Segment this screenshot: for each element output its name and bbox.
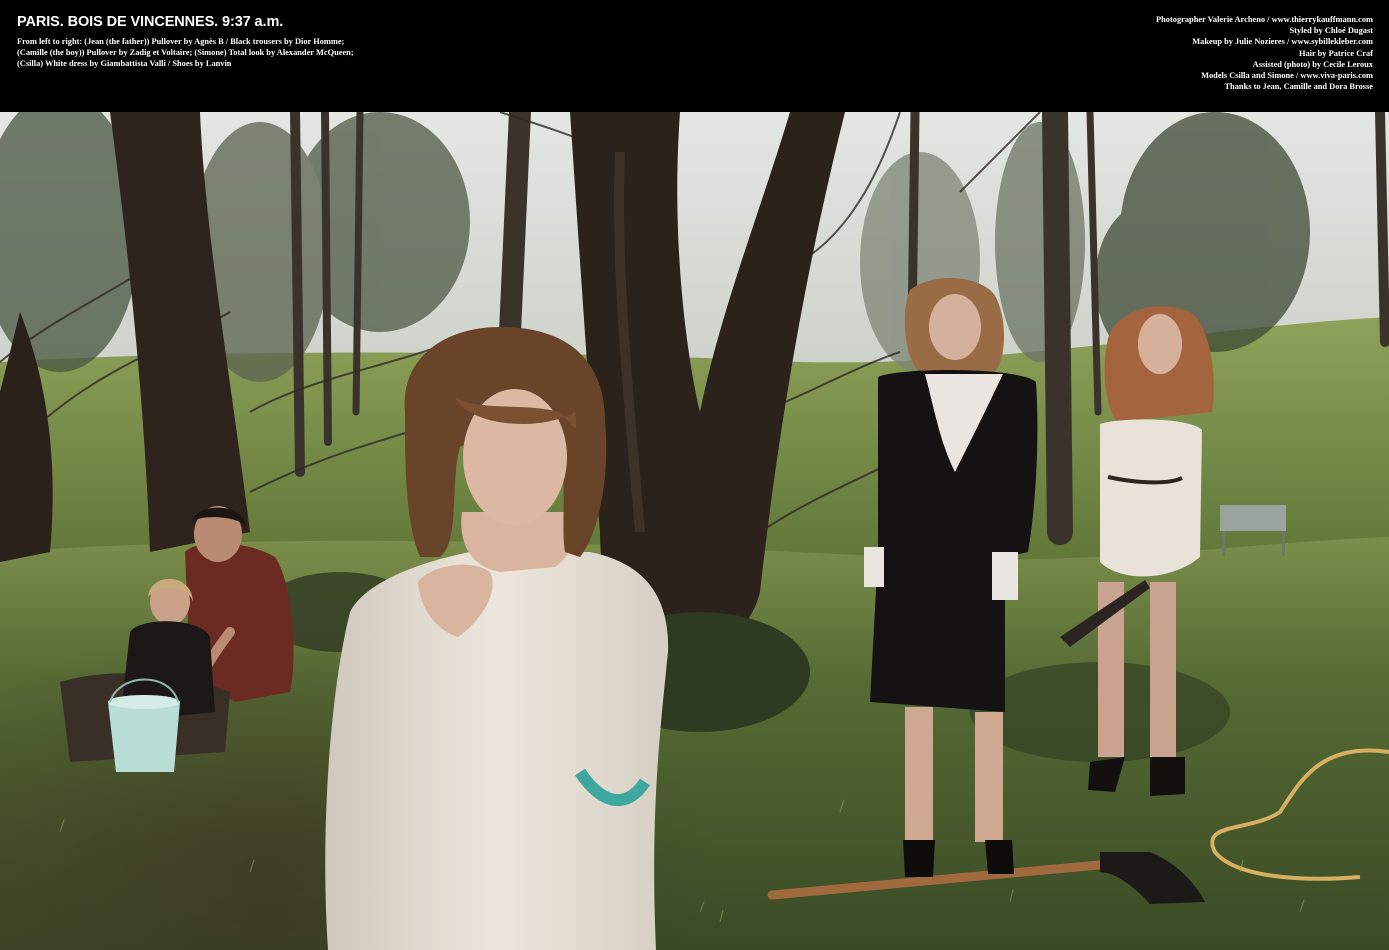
wardrobe-credit-line: (Camille (the boy)) Pullover by Zadig et…: [17, 48, 354, 58]
wardrobe-credit-line: (Csilla) White dress by Giambattista Val…: [17, 59, 232, 69]
thanks-credit: Thanks to Jean, Camille and Dora Brosse: [1224, 82, 1373, 92]
makeup-credit: Makeup by Julie Nozieres / www.sybillekl…: [1192, 37, 1373, 47]
left-caption: PARIS. BOIS DE VINCENNES. 9:37 a.m. From…: [17, 13, 397, 70]
photographer-credit: Photographer Valerie Archeno / www.thier…: [1156, 15, 1373, 24]
headline: PARIS. BOIS DE VINCENNES. 9:37 a.m.: [17, 14, 284, 30]
models-credit: Models Csilla and Simone / www.viva-pari…: [1201, 71, 1373, 81]
assistant-credit: Assisted (photo) by Cecile Leroux: [1252, 59, 1373, 69]
production-credits: Photographer Valerie Archeno / www.thier…: [1156, 14, 1373, 92]
hair-credit: Hair by Patrice Craf: [1298, 48, 1373, 58]
stylist-credit: Styled by Chloé Dugast: [1289, 26, 1373, 36]
photo-illustration: [0, 112, 1389, 950]
magazine-spread: PARIS. BOIS DE VINCENNES. 9:37 a.m. From…: [0, 0, 1389, 950]
wardrobe-credit-line: From left to right: (Jean (the father)) …: [17, 37, 345, 46]
forest-photograph: [0, 112, 1389, 950]
caption-bar: PARIS. BOIS DE VINCENNES. 9:37 a.m. From…: [0, 0, 1389, 112]
wardrobe-credits: From left to right: (Jean (the father)) …: [17, 36, 397, 70]
